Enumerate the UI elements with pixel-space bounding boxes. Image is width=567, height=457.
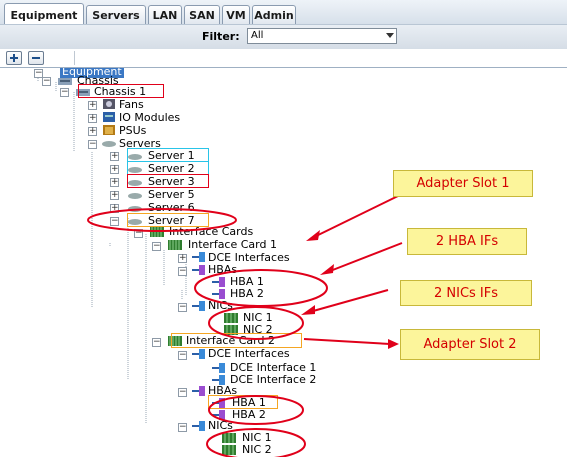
hba-icon [212, 398, 225, 408]
dce-interface-icon [212, 363, 225, 373]
callout-nic-ifs: 2 NICs IFs [400, 280, 532, 306]
filter-dropdown[interactable]: All [247, 28, 397, 44]
expander[interactable]: − [42, 77, 51, 86]
expander[interactable]: + [88, 127, 97, 136]
tree-hba-2[interactable]: HBA 2 [230, 288, 264, 300]
nic-icon [224, 313, 238, 323]
tab-admin[interactable]: Admin [252, 5, 296, 25]
io-module-icon [103, 112, 115, 122]
nic-icon [222, 445, 236, 455]
filter-label: Filter: [202, 30, 240, 43]
tree-server-6[interactable]: Server 6 [148, 202, 195, 214]
expander[interactable]: + [110, 204, 119, 213]
dce-interface-icon [192, 349, 205, 359]
expander[interactable]: − [152, 338, 161, 347]
filter-bar: Filter: All [0, 24, 567, 50]
tree-interface-cards[interactable]: Interface Cards [169, 226, 253, 238]
tree-nic-2-2[interactable]: NIC 2 [242, 444, 272, 456]
tree-interface-card-2[interactable]: Interface Card 2 [186, 335, 275, 347]
equipment-tree[interactable]: − Equipment − Chassis − Chassis 1 + Fans… [0, 67, 567, 457]
nic-icon [192, 421, 205, 431]
chassis-icon [58, 78, 72, 85]
expander[interactable]: + [110, 178, 119, 187]
tab-vm[interactable]: VM [222, 5, 250, 25]
server-icon [128, 219, 142, 225]
tab-san[interactable]: SAN [184, 5, 220, 25]
tree-io-modules[interactable]: IO Modules [119, 112, 180, 124]
server-icon [102, 141, 116, 147]
interface-card-icon [168, 336, 182, 346]
expander[interactable]: − [152, 242, 161, 251]
tab-servers[interactable]: Servers [86, 5, 146, 25]
tree-dce-interfaces-2[interactable]: DCE Interfaces [208, 348, 290, 360]
hba-icon [212, 277, 225, 287]
expander[interactable]: − [178, 388, 187, 397]
chevron-down-icon [386, 33, 394, 38]
tree-nics[interactable]: NICs [208, 300, 233, 312]
expander[interactable]: − [178, 423, 187, 432]
chassis-icon [76, 89, 90, 96]
tab-lan[interactable]: LAN [148, 5, 182, 25]
server-icon [128, 167, 142, 173]
tree-chassis-1[interactable]: Chassis 1 [94, 86, 146, 98]
hba-icon [192, 265, 205, 275]
dce-interface-icon [192, 252, 205, 262]
expander[interactable]: + [88, 101, 97, 110]
tree-server-5[interactable]: Server 5 [148, 189, 195, 201]
nic-icon [192, 301, 205, 311]
interface-card-icon [150, 227, 164, 237]
expander[interactable]: − [178, 303, 187, 312]
server-icon [128, 206, 142, 212]
tree-psus[interactable]: PSUs [119, 125, 146, 137]
filter-value: All [251, 30, 264, 41]
expander[interactable]: − [134, 229, 143, 238]
minus-icon [32, 57, 40, 59]
callout-adapter-slot-2: Adapter Slot 2 [400, 329, 540, 360]
tree-server-2[interactable]: Server 2 [148, 163, 195, 175]
expander[interactable]: + [110, 152, 119, 161]
expander[interactable]: + [110, 191, 119, 200]
tree-toolbar [0, 49, 567, 67]
expander[interactable]: + [178, 254, 187, 263]
tree-interface-card-1[interactable]: Interface Card 1 [188, 239, 277, 251]
interface-card-icon [168, 240, 182, 250]
expander[interactable]: − [88, 140, 97, 149]
hba-icon [212, 289, 225, 299]
expander[interactable]: + [110, 165, 119, 174]
expand-all-button[interactable] [6, 51, 22, 65]
tree-nics-2[interactable]: NICs [208, 420, 233, 432]
tree-server-1[interactable]: Server 1 [148, 150, 195, 162]
server-icon [128, 180, 142, 186]
toolbar-divider [74, 51, 75, 65]
nic-icon [222, 433, 236, 443]
tree-hba-2-2[interactable]: HBA 2 [232, 409, 266, 421]
plus-icon [10, 54, 18, 62]
collapse-all-button[interactable] [28, 51, 44, 65]
fan-icon [103, 99, 115, 109]
server-icon [128, 154, 142, 160]
hba-icon [192, 386, 205, 396]
psu-icon [103, 125, 115, 135]
expander[interactable]: − [178, 267, 187, 276]
expander[interactable]: + [88, 114, 97, 123]
tree-server-3[interactable]: Server 3 [148, 176, 195, 188]
callout-adapter-slot-1: Adapter Slot 1 [393, 170, 533, 197]
server-icon [128, 193, 142, 199]
tree-dce-interface-2[interactable]: DCE Interface 2 [230, 374, 316, 386]
tree-fans[interactable]: Fans [119, 99, 144, 111]
expander[interactable]: − [60, 88, 69, 97]
expander[interactable]: − [110, 217, 119, 226]
callout-hba-ifs: 2 HBA IFs [407, 228, 527, 255]
expander[interactable]: − [178, 351, 187, 360]
